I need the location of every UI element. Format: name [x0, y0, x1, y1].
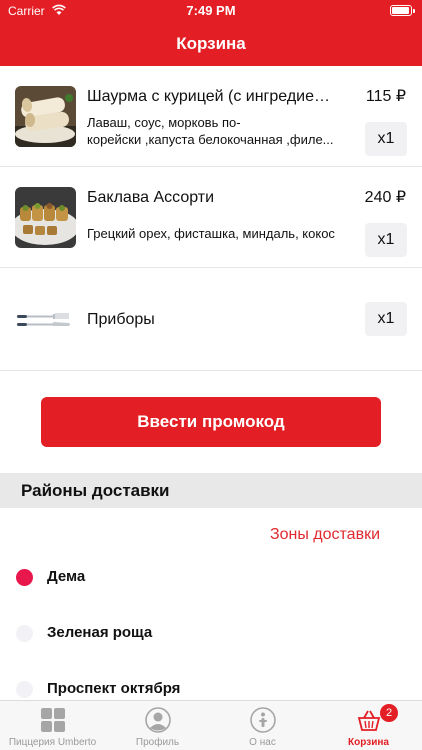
- tab-label: Профиль: [135, 737, 180, 748]
- item-price: 240 ₽: [364, 189, 406, 206]
- tab-label: Пиццерия Umberto: [8, 737, 97, 748]
- district-label: Проспект октября: [47, 680, 181, 697]
- item-description-line: корейски ,капуста белокочанная ,филе...: [87, 132, 334, 147]
- tab-pizzeria[interactable]: Пиццерия Umberto: [0, 701, 105, 750]
- clock: 7:49 PM: [186, 3, 236, 18]
- cart-item-shawarma[interactable]: Шаурма с курицей (с ингредиент... Лаваш,…: [0, 66, 422, 167]
- quantity-button[interactable]: x1: [365, 122, 407, 156]
- item-name: Шаурма с курицей (с ингредиент...: [87, 88, 337, 105]
- shawarma-photo: [15, 86, 76, 147]
- radio-icon[interactable]: [16, 625, 33, 642]
- tab-bar: Пиццерия Umberto Профиль О нас 2 Корзина: [0, 700, 422, 750]
- profile-icon: [144, 707, 171, 733]
- item-description: Грецкий орех, фисташка, миндаль, кокос: [87, 226, 335, 241]
- tab-profile[interactable]: Профиль: [105, 701, 210, 750]
- battery-icon: [390, 5, 415, 16]
- district-option-dema[interactable]: Дема: [0, 559, 422, 595]
- grid-icon: [40, 708, 65, 732]
- delivery-section-header: Районы доставки: [0, 473, 422, 508]
- cutlery-icon: [15, 290, 76, 351]
- section-title: Районы доставки: [21, 481, 170, 500]
- basket-icon: [357, 710, 380, 731]
- cart-item-cutlery[interactable]: Приборы x1: [0, 268, 422, 371]
- tab-label: Корзина: [348, 737, 389, 748]
- radio-selected-icon[interactable]: [16, 569, 33, 586]
- item-name: Приборы: [87, 311, 155, 328]
- cart-item-baklava[interactable]: Баклава Ассорти Грецкий орех, фисташка, …: [0, 167, 422, 268]
- tab-label: О нас: [249, 737, 276, 748]
- info-icon: [249, 707, 276, 733]
- cart-count-badge: 2: [380, 704, 398, 722]
- item-price: 115 ₽: [365, 88, 406, 105]
- district-label: Дема: [47, 568, 86, 585]
- item-name: Баклава Ассорти: [87, 189, 215, 206]
- item-description-line: Лаваш, соус, морковь по-: [87, 115, 241, 130]
- promo-code-button[interactable]: Ввести промокод: [41, 397, 381, 447]
- radio-icon[interactable]: [16, 681, 33, 698]
- delivery-zones-link[interactable]: Зоны доставки: [270, 526, 380, 544]
- baklava-photo: [15, 187, 76, 248]
- tab-cart[interactable]: 2 Корзина: [316, 701, 421, 750]
- district-option-zelenaya-roshcha[interactable]: Зеленая роща: [0, 615, 422, 651]
- navigation-bar: Корзина: [0, 22, 422, 66]
- quantity-button[interactable]: x1: [365, 302, 407, 336]
- status-bar: Carrier 7:49 PM: [0, 0, 422, 22]
- tab-about[interactable]: О нас: [210, 701, 315, 750]
- item-description: Лаваш, соус, морковь по- корейски ,капус…: [87, 114, 349, 148]
- quantity-button[interactable]: x1: [365, 223, 407, 257]
- district-label: Зеленая роща: [47, 624, 153, 641]
- page-title: Корзина: [176, 34, 246, 53]
